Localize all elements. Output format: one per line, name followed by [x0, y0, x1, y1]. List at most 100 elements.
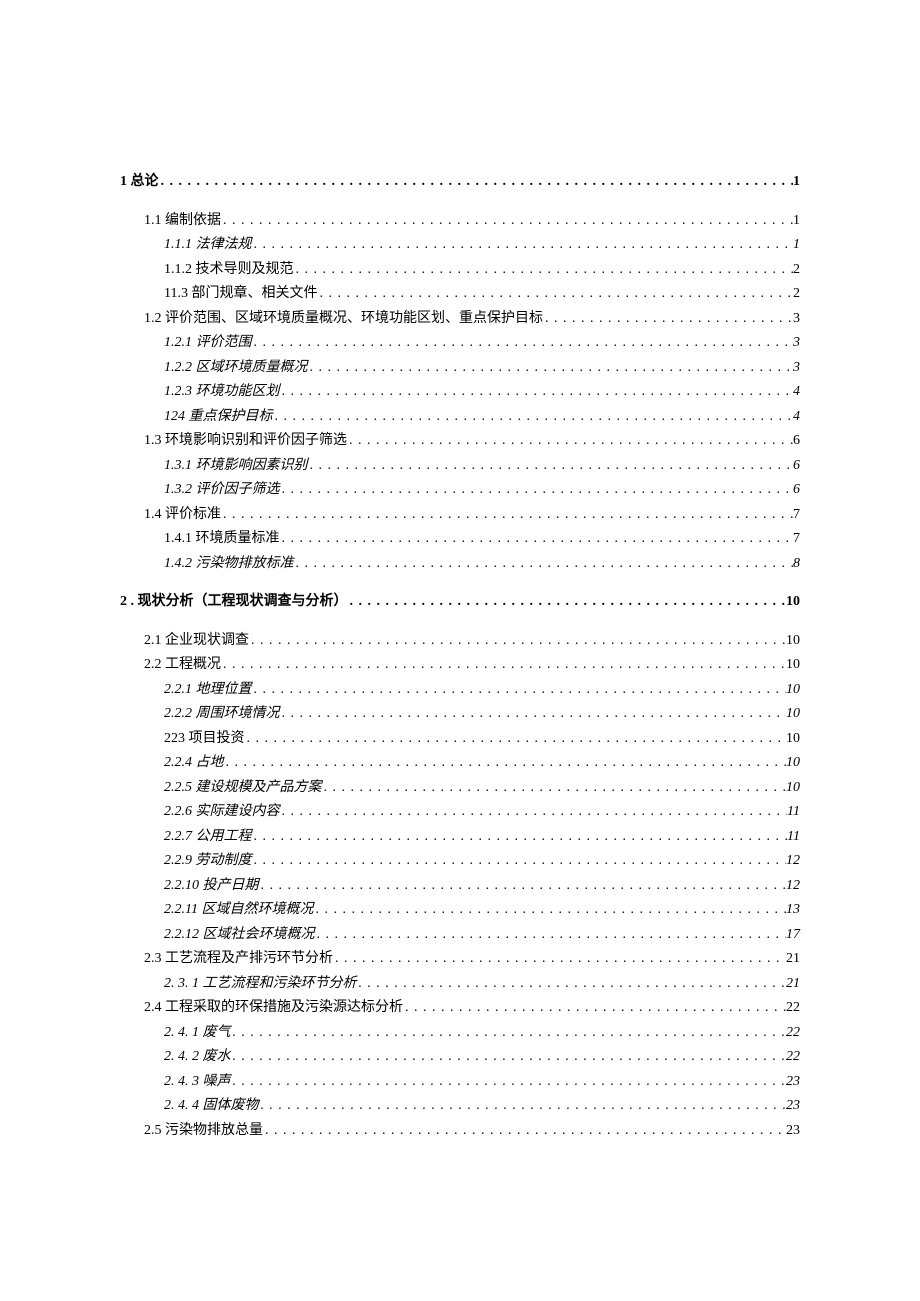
- toc-label: 1.2.1 评价范围: [164, 331, 252, 356]
- toc-label: 2.4 工程采取的环保措施及污染源达标分析: [144, 996, 403, 1021]
- toc-entry: 1.3.1 环境影响因素识别6: [120, 454, 800, 479]
- toc-label: 1.4 评价标准: [144, 503, 221, 528]
- toc-label: 1.3 环境影响识别和评价因子筛选: [144, 429, 347, 454]
- toc-entry: 11.3 部门规章、相关文件2: [120, 282, 800, 307]
- toc-entry: 2.2.1 地理位置 10: [120, 678, 800, 703]
- toc-leader-dots: [221, 503, 793, 528]
- toc-leader-dots: [252, 233, 794, 258]
- toc-entry: 2.2.12 区域社会环境概况17: [120, 923, 800, 948]
- toc-label: 2.2.10 投产日期: [164, 874, 259, 899]
- toc-page-number: 22: [786, 1045, 800, 1070]
- toc-page-number: 11: [787, 825, 800, 850]
- toc-label: 2.2.4 占地: [164, 751, 224, 776]
- toc-label: 1.2.2 区域环境质量概况: [164, 356, 308, 381]
- toc-page-number: 1: [793, 233, 800, 258]
- toc-label: 2.2.11 区域自然环境概况: [164, 898, 313, 923]
- toc-leader-dots: [317, 282, 793, 307]
- toc-label: 2.3 工艺流程及产排污环节分析: [144, 947, 333, 972]
- toc-entry: 1.4.1 环境质量标准7: [120, 527, 800, 552]
- toc-leader-dots: [280, 478, 794, 503]
- toc-entry: 2. 4. 1 废气22: [120, 1021, 800, 1046]
- toc-page-number: 10: [786, 590, 800, 615]
- toc-label: 1.4.2 污染物排放标准: [164, 552, 294, 577]
- toc-leader-dots: [259, 1094, 787, 1119]
- toc-label: 2.5 污染物排放总量: [144, 1119, 263, 1144]
- toc-label: 2.2.9 劳动制度: [164, 849, 252, 874]
- toc-leader-dots: [224, 751, 787, 776]
- toc-leader-dots: [543, 307, 793, 332]
- toc-page-number: 23: [786, 1070, 800, 1095]
- toc-label: 1.2 评价范围、区域环境质量概况、环境功能区划、重点保护目标: [144, 307, 543, 332]
- toc-label: 1.1 编制依据: [144, 209, 221, 234]
- toc-entry: 2.2.7 公用工程11: [120, 825, 800, 850]
- toc-entry: 2. 3. 1 工艺流程和污染环节分析 21: [120, 972, 800, 997]
- toc-label: 2. 4. 1 废气: [164, 1021, 231, 1046]
- toc-page-number: 10: [786, 751, 800, 776]
- toc-page-number: 3: [793, 331, 800, 356]
- toc-entry: 1.1 编制依据 1: [120, 209, 800, 234]
- toc-page-number: 7: [793, 527, 800, 552]
- toc-leader-dots: [347, 429, 793, 454]
- toc-label: 2.1 企业现状调查: [144, 629, 249, 654]
- toc-entry: 2.2.4 占地 10: [120, 751, 800, 776]
- toc-label: 223 项目投资: [164, 727, 245, 752]
- toc-page-number: 11: [787, 800, 800, 825]
- toc-entry: 1.1.1 法律法规 1: [120, 233, 800, 258]
- toc-label: 2 . 现状分析（工程现状调查与分析）: [120, 590, 348, 615]
- toc-page: 1 总论11.1 编制依据11.1.1 法律法规11.1.2 技术导则及规范21…: [0, 0, 920, 1223]
- toc-label: 2. 4. 4 固体废物: [164, 1094, 259, 1119]
- toc-leader-dots: [403, 996, 786, 1021]
- toc-entry: 2.3 工艺流程及产排污环节分析 21: [120, 947, 800, 972]
- toc-label: 1.1.1 法律法规: [164, 233, 252, 258]
- toc-entry: 2.2 工程概况10: [120, 653, 800, 678]
- toc-entry: 2. 4. 4 固体废物23: [120, 1094, 800, 1119]
- toc-leader-dots: [315, 923, 787, 948]
- toc-leader-dots: [280, 800, 788, 825]
- toc-page-number: 4: [793, 380, 800, 405]
- toc-page-number: 12: [786, 849, 800, 874]
- toc-leader-dots: [313, 898, 786, 923]
- toc-entry: 2. 4. 3 噪声 23: [120, 1070, 800, 1095]
- toc-page-number: 3: [793, 307, 800, 332]
- toc-page-number: 1: [793, 209, 800, 234]
- toc-entry: 2.5 污染物排放总量 23: [120, 1119, 800, 1144]
- toc-entry: 1.2.2 区域环境质量概况3: [120, 356, 800, 381]
- toc-entry: 1.2.1 评价范围 3: [120, 331, 800, 356]
- toc-page-number: 23: [786, 1119, 800, 1144]
- toc-page-number: 2: [793, 258, 800, 283]
- toc-leader-dots: [159, 170, 794, 195]
- toc-page-number: 21: [786, 972, 800, 997]
- toc-leader-dots: [263, 1119, 786, 1144]
- toc-label: 1 总论: [120, 170, 159, 195]
- toc-label: 2. 4. 3 噪声: [164, 1070, 231, 1095]
- toc-leader-dots: [333, 947, 786, 972]
- toc-entry: 2.2.10 投产日期12: [120, 874, 800, 899]
- toc-entry: 2.2.6 实际建设内容11: [120, 800, 800, 825]
- toc-page-number: 21: [786, 947, 800, 972]
- toc-leader-dots: [294, 552, 794, 577]
- toc-page-number: 10: [786, 678, 800, 703]
- toc-page-number: 10: [786, 653, 800, 678]
- toc-page-number: 22: [786, 996, 800, 1021]
- toc-leader-dots: [308, 454, 794, 479]
- toc-entry: 2.4 工程采取的环保措施及污染源达标分析 22: [120, 996, 800, 1021]
- toc-label: 1.2.3 环境功能区划: [164, 380, 280, 405]
- toc-leader-dots: [245, 727, 787, 752]
- toc-entry: 223 项目投资10: [120, 727, 800, 752]
- toc-leader-dots: [280, 380, 794, 405]
- toc-leader-dots: [294, 258, 794, 283]
- toc-page-number: 10: [786, 702, 800, 727]
- toc-page-number: 6: [793, 454, 800, 479]
- toc-leader-dots: [231, 1070, 787, 1095]
- toc-page-number: 4: [793, 405, 800, 430]
- toc-page-number: 2: [793, 282, 800, 307]
- toc-label: 2.2.1 地理位置: [164, 678, 252, 703]
- toc-leader-dots: [231, 1045, 787, 1070]
- toc-list: 1 总论11.1 编制依据11.1.1 法律法规11.1.2 技术导则及规范21…: [120, 170, 800, 1143]
- toc-leader-dots: [252, 825, 788, 850]
- toc-entry: 2.2.2 周围环境情况10: [120, 702, 800, 727]
- toc-label: 2. 3. 1 工艺流程和污染环节分析: [164, 972, 357, 997]
- toc-entry: 2.2.9 劳动制度 12: [120, 849, 800, 874]
- toc-entry: 1.2.3 环境功能区划 4: [120, 380, 800, 405]
- toc-entry: 124 重点保护目标4: [120, 405, 800, 430]
